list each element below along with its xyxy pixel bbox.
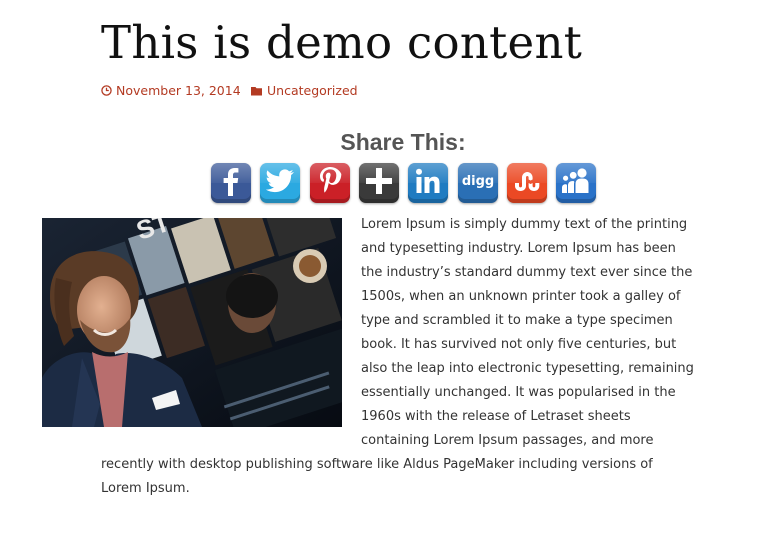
post-date-link[interactable]: November 13, 2014 xyxy=(101,83,241,98)
post-date: November 13, 2014 xyxy=(116,83,241,98)
svg-text:digg: digg xyxy=(462,174,494,189)
plus-icon xyxy=(365,167,393,199)
man-smiling-photo: ST xyxy=(42,218,342,427)
myspace-icon xyxy=(561,168,591,198)
folder-icon xyxy=(251,86,263,96)
category-link[interactable]: Uncategorized xyxy=(251,83,358,98)
body-line: type and scrambled it to make a type spe… xyxy=(361,313,673,328)
body-line: essentially unchanged. It was popularise… xyxy=(361,385,676,400)
share-heading: Share This: xyxy=(340,129,466,155)
digg-share-button[interactable]: digg xyxy=(458,163,498,203)
linkedin-share-button[interactable] xyxy=(408,163,448,203)
twitter-icon xyxy=(265,169,294,197)
body-line: recently with desktop publishing softwar… xyxy=(101,457,653,472)
linkedin-icon xyxy=(415,168,441,198)
clock-icon xyxy=(101,85,112,96)
body-line: containing Lorem Ipsum passages, and mor… xyxy=(361,433,654,448)
post-title: This is demo content xyxy=(101,16,583,69)
facebook-icon xyxy=(218,166,244,200)
myspace-share-button[interactable] xyxy=(556,163,596,203)
body-line: 1500s, when an unknown printer took a ga… xyxy=(361,289,681,304)
body-line: Lorem Ipsum is simply dummy text of the … xyxy=(361,217,688,232)
category-name: Uncategorized xyxy=(267,83,358,98)
pinterest-icon xyxy=(318,166,342,200)
body-line: book. It has survived not only five cent… xyxy=(361,337,677,352)
body-line: also the leap into electronic typesettin… xyxy=(361,361,694,376)
twitter-share-button[interactable] xyxy=(260,163,300,203)
pinterest-share-button[interactable] xyxy=(310,163,350,203)
facebook-share-button[interactable] xyxy=(211,163,251,203)
stumbleupon-icon xyxy=(512,169,542,197)
google-plus-share-button[interactable] xyxy=(359,163,399,203)
stumbleupon-share-button[interactable] xyxy=(507,163,547,203)
post-body-beside-image: Lorem Ipsum is simply dummy text of the … xyxy=(361,213,711,453)
body-line: the industry’s standard dummy text ever … xyxy=(361,265,693,280)
post-body-full-width: recently with desktop publishing softwar… xyxy=(101,453,721,501)
body-line: and typesetting industry. Lorem Ipsum ha… xyxy=(361,241,676,256)
body-line: Lorem Ipsum. xyxy=(101,481,190,496)
body-line: 1960s with the release of Letraset sheet… xyxy=(361,409,631,424)
digg-icon: digg xyxy=(461,173,495,193)
